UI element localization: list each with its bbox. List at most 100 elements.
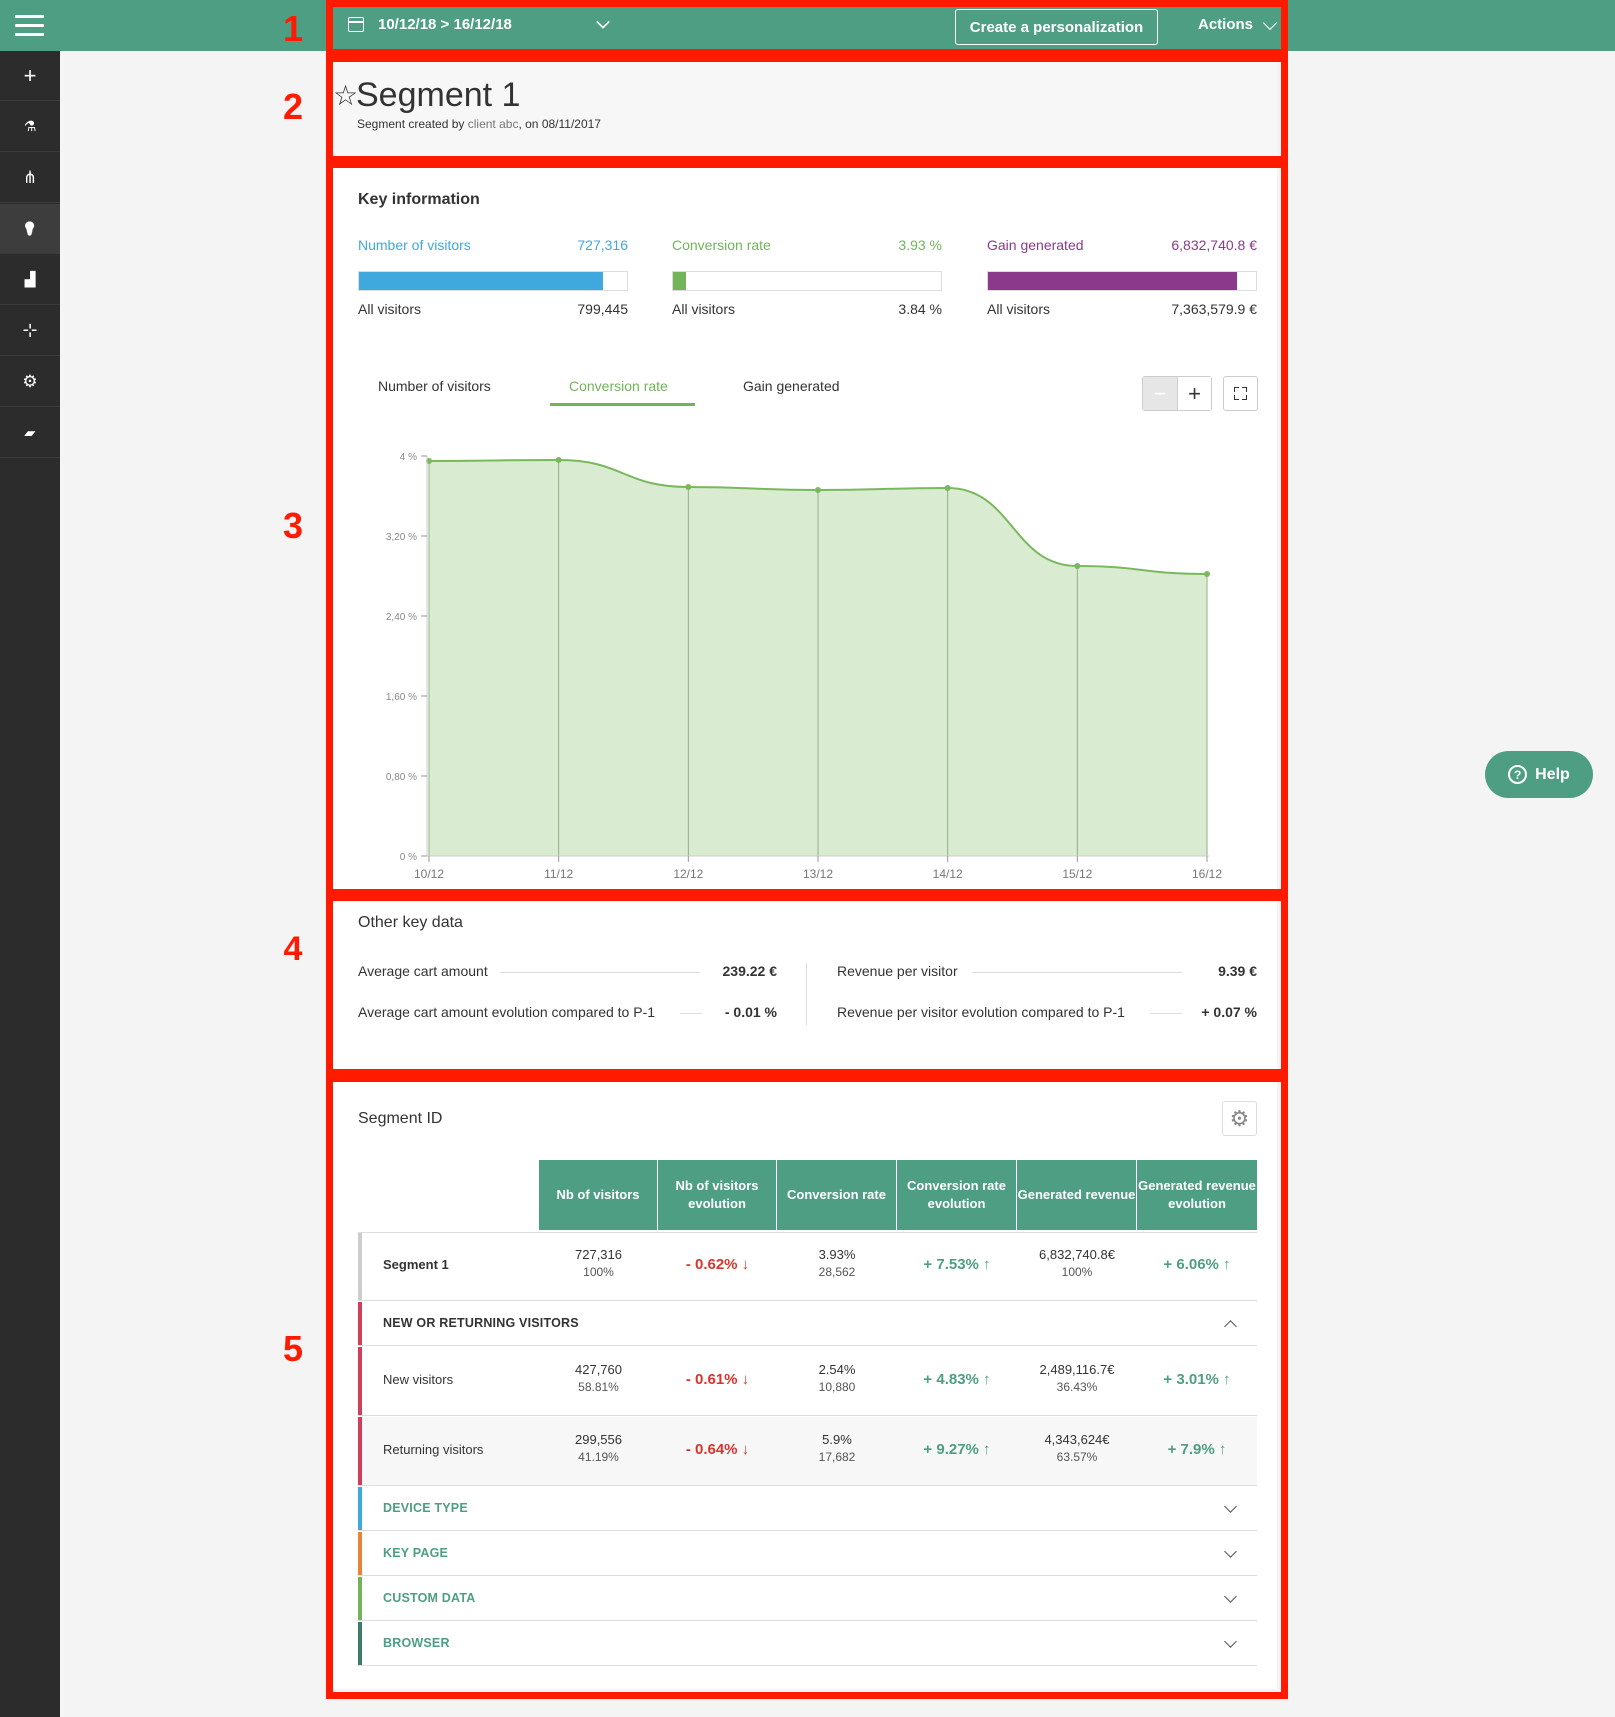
row-stripe bbox=[358, 1347, 362, 1415]
cell-conversion: 5.9% 17,682 bbox=[777, 1431, 897, 1466]
kd-value-rev-visitor: 9.39 € bbox=[1218, 963, 1257, 979]
row-stripe bbox=[358, 1577, 362, 1620]
hierarchy-icon: ⋔ bbox=[22, 167, 38, 187]
col-header-revenue[interactable]: Generated revenue bbox=[1017, 1160, 1137, 1230]
data-point bbox=[555, 457, 562, 463]
bar-chart-icon: ▟ bbox=[24, 271, 36, 287]
conversion-rate: 5.9% bbox=[822, 1432, 852, 1447]
zoom-out-button[interactable]: − bbox=[1143, 377, 1177, 410]
cell-revenue-evolution: + 3.01% ↑ bbox=[1163, 1371, 1231, 1388]
kd-value-rev-visitor-evo: + 0.07 % bbox=[1201, 1004, 1257, 1020]
all-visitors-label: All visitors bbox=[672, 301, 736, 317]
sidebar-item-reports[interactable]: ▟ bbox=[0, 255, 60, 305]
favorite-star-icon[interactable]: ☆ bbox=[333, 82, 358, 110]
conversion-count: 28,562 bbox=[818, 1265, 856, 1280]
y-tick-label: 4 % bbox=[400, 452, 417, 463]
group-label: DEVICE TYPE bbox=[383, 1501, 468, 1515]
data-point bbox=[685, 484, 692, 490]
segment-meta: Segment created by client abc, on 08/11/… bbox=[357, 117, 601, 131]
conversion-count: 17,682 bbox=[818, 1450, 856, 1465]
other-key-data-title: Other key data bbox=[358, 914, 463, 931]
visitors-count: 727,316 bbox=[575, 1247, 622, 1262]
tab-gain-generated[interactable]: Gain generated bbox=[743, 378, 840, 394]
top-bar bbox=[0, 0, 1615, 51]
group-label: NEW OR RETURNING VISITORS bbox=[383, 1316, 579, 1330]
x-tick-label: 13/12 bbox=[803, 867, 833, 881]
sidebar-item-settings[interactable]: ⚙ bbox=[0, 357, 60, 407]
group-label: KEY PAGE bbox=[383, 1546, 449, 1560]
help-button[interactable]: ? Help bbox=[1485, 751, 1593, 798]
cell-visitors: 427,760 58.81% bbox=[539, 1361, 658, 1396]
col-header-conversion[interactable]: Conversion rate bbox=[777, 1160, 897, 1230]
y-tick-label: 3,20 % bbox=[386, 532, 417, 543]
metric-value-conversion: 3.93 % bbox=[898, 237, 942, 253]
annotation-number-4: 4 bbox=[283, 930, 303, 968]
col-header-conversion-evolution[interactable]: Conversion rate evolution bbox=[897, 1160, 1017, 1230]
conversion-rate: 3.93% bbox=[818, 1247, 856, 1262]
all-visitors-label: All visitors bbox=[987, 301, 1051, 317]
help-label: Help bbox=[1535, 765, 1570, 783]
annotation-number-3: 3 bbox=[282, 505, 304, 546]
sidebar-item-segments[interactable]: ⋔ bbox=[0, 153, 60, 203]
meta-mid: , on bbox=[518, 117, 539, 131]
progress-bar-conversion bbox=[672, 271, 942, 291]
actions-dropdown[interactable]: Actions bbox=[1198, 15, 1278, 33]
cell-revenue-evolution: + 7.9% ↑ bbox=[1167, 1441, 1227, 1458]
kd-value-avg-cart-evo: - 0.01 % bbox=[724, 1004, 777, 1020]
create-personalization-button[interactable]: Create a personalization bbox=[955, 9, 1158, 45]
tab-conversion-rate[interactable]: Conversion rate bbox=[569, 378, 668, 394]
col-header-visitors[interactable]: Nb of visitors bbox=[539, 1160, 658, 1230]
all-visitors-label: All visitors bbox=[358, 301, 422, 317]
metric-value-gain: 6,832,740.8 € bbox=[1171, 237, 1257, 253]
cell-conversion-evolution: + 7.53% ↑ bbox=[923, 1256, 991, 1273]
kd-label-avg-cart-evo: Average cart amount evolution compared t… bbox=[358, 1004, 666, 1020]
visitors-count: 299,556 bbox=[575, 1432, 622, 1447]
cell-revenue-evolution: + 6.06% ↑ bbox=[1163, 1256, 1231, 1273]
sidebar-item-docs[interactable]: ▰ bbox=[0, 408, 60, 458]
tab-number-of-visitors[interactable]: Number of visitors bbox=[378, 378, 491, 394]
plus-icon: + bbox=[23, 62, 37, 88]
zoom-in-button[interactable]: + bbox=[1176, 377, 1211, 410]
revenue-value: 6,832,740.8€ bbox=[1039, 1247, 1115, 1262]
kd-label-rev-visitor-evo: Revenue per visitor evolution compared t… bbox=[837, 1004, 1135, 1020]
calendar-icon bbox=[348, 17, 364, 32]
sidebar: + ⚗ ⋔ 💡 ▟ ⊹ ⚙ ▰ bbox=[0, 51, 60, 1717]
table-settings-gear-icon[interactable]: ⚙ bbox=[1222, 1101, 1257, 1136]
cell-visitors-evolution: - 0.61% ↓ bbox=[685, 1371, 750, 1388]
group-header-device-type[interactable] bbox=[358, 1487, 1257, 1531]
sidebar-item-targeting[interactable]: ⊹ bbox=[0, 306, 60, 356]
group-label: BROWSER bbox=[383, 1636, 450, 1650]
sidebar-item-personalization[interactable]: 💡 bbox=[0, 204, 60, 254]
visitors-count: 427,760 bbox=[575, 1362, 622, 1377]
kd-label-avg-cart: Average cart amount bbox=[358, 963, 498, 979]
revenue-pct: 100% bbox=[1061, 1265, 1093, 1280]
col-header-revenue-evolution[interactable]: Generated revenue evolution bbox=[1137, 1160, 1257, 1230]
sidebar-item-add[interactable]: + bbox=[0, 51, 60, 101]
annotation-number-1: 1 bbox=[282, 8, 304, 49]
hamburger-menu-icon[interactable] bbox=[15, 15, 44, 37]
group-header-key-page[interactable] bbox=[358, 1532, 1257, 1576]
column-divider bbox=[806, 963, 807, 1025]
test-tube-icon: ⚗ bbox=[23, 118, 37, 134]
all-visitors-value: 799,445 bbox=[577, 301, 628, 317]
metric-label-gain: Gain generated bbox=[987, 237, 1084, 253]
visitors-pct: 58.81% bbox=[578, 1380, 619, 1395]
sidebar-item-tests[interactable]: ⚗ bbox=[0, 102, 60, 152]
cell-visitors: 299,556 41.19% bbox=[539, 1431, 658, 1466]
progress-bar-gain bbox=[987, 271, 1257, 291]
row-stripe bbox=[358, 1622, 362, 1665]
x-tick-label: 15/12 bbox=[1062, 867, 1092, 881]
row-stripe bbox=[358, 1417, 362, 1485]
group-label: CUSTOM DATA bbox=[383, 1591, 476, 1605]
col-header-visitors-evolution[interactable]: Nb of visitors evolution bbox=[658, 1160, 777, 1230]
date-range-picker[interactable]: 10/12/18 > 16/12/18 bbox=[348, 16, 512, 33]
cell-visitors-evolution: - 0.64% ↓ bbox=[685, 1441, 750, 1458]
cell-conversion-evolution: + 9.27% ↑ bbox=[923, 1441, 991, 1458]
group-header-custom-data[interactable] bbox=[358, 1577, 1257, 1621]
y-tick-label: 1,60 % bbox=[386, 692, 417, 703]
progress-fill-conversion bbox=[673, 272, 687, 290]
fullscreen-icon[interactable] bbox=[1223, 376, 1258, 411]
x-tick-label: 16/12 bbox=[1192, 867, 1222, 881]
dotted-leader bbox=[972, 972, 1182, 973]
group-header-browser[interactable] bbox=[358, 1622, 1257, 1666]
